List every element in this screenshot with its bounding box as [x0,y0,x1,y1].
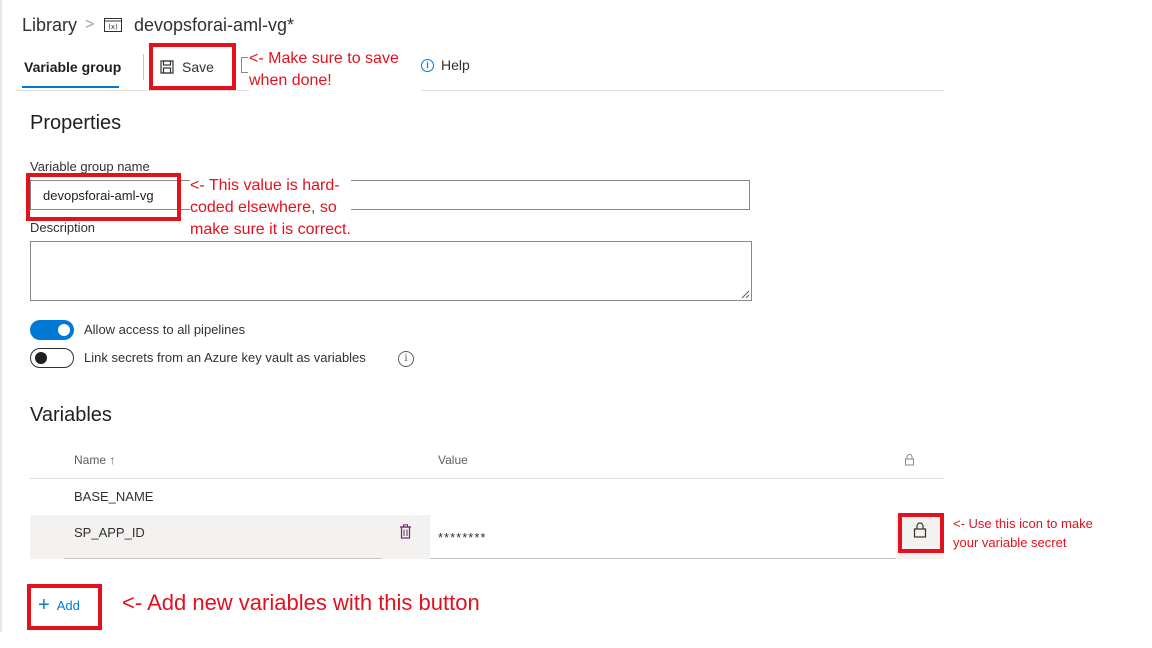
svg-text:(x): (x) [108,23,118,31]
name-annotation-line1: <- This value is hard- [190,177,340,194]
add-highlight-box [27,584,102,630]
left-border [0,0,2,632]
toolbar-divider [143,54,144,80]
column-header-value: Value [438,453,468,467]
description-textarea[interactable] [30,241,752,301]
toolbar-separator [16,90,944,91]
toggle-knob [58,324,70,336]
lock-annotation-line1: <- Use this icon to make [953,516,1093,531]
help-button-label: Help [441,57,470,73]
add-annotation: <- Add new variables with this button [122,590,480,615]
breadcrumb-library[interactable]: Library [22,15,77,36]
tab-variable-group[interactable]: Variable group [24,59,121,75]
name-annotation: <- This value is hard- coded elsewhere, … [190,175,351,241]
tab-active-indicator [22,86,119,88]
link-key-vault-toggle[interactable] [30,348,74,368]
allow-access-label: Allow access to all pipelines [84,322,246,337]
lock-highlight-box [898,513,944,553]
properties-heading: Properties [30,112,122,134]
info-icon[interactable]: i [398,351,414,367]
column-header-name[interactable]: Name ↑ [74,453,115,467]
table-header-divider [30,478,944,479]
help-icon: i [421,58,434,72]
save-highlight-box [149,43,236,90]
breadcrumb-chevron-icon: > [85,16,95,33]
name-annotation-line2: coded elsewhere, so [190,199,337,216]
lock-annotation: <- Use this icon to make your variable s… [953,514,1093,552]
page-title: devopsforai-aml-vg* [134,15,295,35]
variable-value-masked: ******** [438,530,487,545]
help-button[interactable]: i Help [421,57,470,73]
variable-group-name-label: Variable group name [30,159,150,174]
variable-name-sp-app-id[interactable]: SP_APP_ID [74,525,145,540]
resize-grip-icon[interactable] [741,290,750,299]
save-annotation: <- Make sure to save when done! [249,48,421,92]
variable-name-base-name[interactable]: BASE_NAME [74,489,153,504]
clone-icon[interactable] [241,57,248,73]
lock-header-icon [905,454,914,466]
name-annotation-line3: make sure it is correct. [190,221,351,238]
name-highlight-box [26,173,181,221]
save-annotation-line1: <- Make sure to save [249,50,399,67]
allow-access-toggle[interactable] [30,320,74,340]
save-annotation-line2: when done! [249,72,332,89]
variable-group-icon: (x) [104,18,122,32]
link-key-vault-label: Link secrets from an Azure key vault as … [84,350,366,365]
lock-annotation-line2: your variable secret [953,535,1067,550]
variable-value-field[interactable] [430,515,896,559]
name-field-underline [64,558,382,559]
toggle-knob [35,352,47,364]
description-label: Description [30,220,96,235]
trash-icon[interactable] [399,524,412,539]
variables-heading: Variables [30,404,112,426]
